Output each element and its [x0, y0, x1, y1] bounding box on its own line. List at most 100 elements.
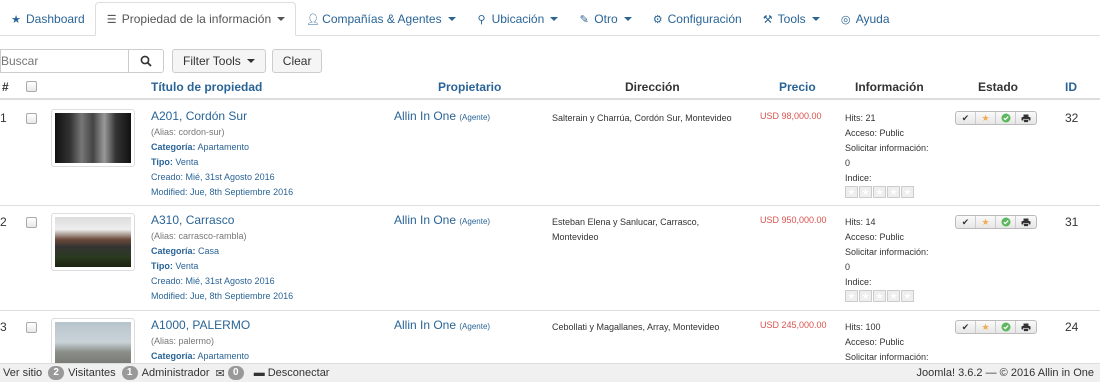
modified-date: Modified: Jue, 8th Septiembre 2016 — [151, 291, 294, 301]
featured-star-icon[interactable]: ★ — [976, 112, 996, 124]
approved-check-icon[interactable] — [996, 112, 1016, 124]
clear-button[interactable]: Clear — [271, 49, 323, 73]
tab-label: Ayuda — [855, 12, 890, 26]
star-icon: ★ — [873, 290, 886, 302]
owner-role: (Agente) — [459, 113, 491, 122]
select-all-checkbox[interactable] — [26, 81, 37, 92]
logout-label: Desconectar — [267, 367, 330, 379]
chevron-down-icon — [447, 17, 456, 21]
header-price[interactable]: Precio — [779, 80, 816, 94]
visitors-count: 2 — [48, 366, 65, 380]
owner-link[interactable]: Allin In One (Agente) — [394, 213, 490, 227]
star-icon: ★ — [845, 186, 858, 198]
gear-icon: ⚙ — [652, 13, 663, 26]
star-icon: ★ — [873, 186, 886, 198]
logout-link[interactable]: ▬ Desconectar — [254, 367, 330, 379]
print-icon[interactable] — [1016, 216, 1036, 228]
star-icon: ★ — [887, 186, 900, 198]
category-label: Categoría: — [151, 351, 196, 361]
filter-tools-label: Filter Tools — [183, 54, 241, 68]
admin-label: Administrador — [141, 367, 210, 379]
status-bar: Ver sitio 2 Visitantes 1 Administrador ✉… — [0, 363, 1100, 382]
header-title[interactable]: Título de propiedad — [151, 80, 262, 94]
chevron-down-icon — [623, 17, 632, 21]
table-row: 3 A1000, PALERMO (Alias: palermo) Catego… — [0, 311, 1100, 363]
property-thumbnail[interactable] — [51, 318, 135, 363]
status-button-group: ✔ ★ — [955, 320, 1037, 334]
tools-icon: ⚒ — [762, 13, 773, 26]
property-title-link[interactable]: A201, Cordón Sur — [151, 109, 247, 123]
filter-toolbar: Filter Tools Clear — [0, 49, 323, 73]
tab-label: Dashboard — [26, 12, 85, 26]
header-id[interactable]: ID — [1065, 80, 1077, 94]
tab-other[interactable]: ✎ Otro — [568, 3, 641, 35]
minus-icon: ▬ — [253, 367, 265, 379]
hits: Hits: 100 — [845, 322, 881, 332]
search-button[interactable] — [128, 49, 164, 73]
status-button-group: ✔ ★ — [955, 215, 1037, 229]
version-info: Joomla! 3.6.2 — © 2016 Allin in One — [916, 367, 1094, 379]
request-info-count: 0 — [845, 158, 851, 168]
row-number: 3 — [0, 320, 7, 334]
index-label: Indice: — [845, 277, 872, 287]
user-icon: 👤︎ — [306, 13, 321, 26]
tab-location[interactable]: ⚲ Ubicación — [466, 3, 569, 35]
wrench-icon: ✎ — [579, 13, 589, 26]
property-id: 32 — [1065, 111, 1079, 125]
owner-role: (Agente) — [459, 322, 491, 331]
print-icon[interactable] — [1016, 321, 1036, 333]
property-address: Salterain y Charrúa, Cordón Sur, Montevi… — [552, 113, 732, 123]
star-icon: ★ — [845, 290, 858, 302]
life-ring-icon: ◎ — [840, 13, 851, 26]
request-info-label: Solicitar información: — [845, 247, 929, 257]
tab-configuration[interactable]: ⚙ Configuración — [642, 3, 752, 35]
tab-tools[interactable]: ⚒ Tools — [752, 3, 830, 35]
messages-indicator[interactable]: ✉ 0 — [216, 366, 248, 380]
tab-help[interactable]: ◎ Ayuda — [830, 3, 900, 35]
map-marker-icon: ⚲ — [477, 13, 486, 26]
tab-property-info[interactable]: ☰ Propiedad de la información — [94, 2, 297, 36]
owner-link[interactable]: Allin In One (Agente) — [394, 318, 490, 332]
tab-label: Propiedad de la información — [121, 12, 272, 26]
row-checkbox[interactable] — [26, 113, 37, 124]
visitors-indicator[interactable]: 2 Visitantes — [48, 366, 116, 380]
approved-check-icon[interactable] — [996, 216, 1016, 228]
search-input[interactable] — [0, 49, 128, 73]
property-price: USD 245,000.00 — [760, 320, 827, 330]
featured-star-icon[interactable]: ★ — [976, 216, 996, 228]
tab-dashboard[interactable]: ★ Dashboard — [0, 3, 95, 35]
row-checkbox[interactable] — [26, 322, 37, 333]
created-date: Creado: Mié, 31st Agosto 2016 — [151, 172, 275, 182]
property-info: Hits: 14 Acceso: Public Solicitar inform… — [845, 215, 929, 290]
publish-check-icon[interactable]: ✔ — [956, 321, 976, 333]
owner-link[interactable]: Allin In One (Agente) — [394, 109, 490, 123]
approved-check-icon[interactable] — [996, 321, 1016, 333]
filter-tools-button[interactable]: Filter Tools — [172, 49, 266, 73]
property-thumbnail[interactable] — [51, 109, 135, 167]
publish-check-icon[interactable]: ✔ — [956, 112, 976, 124]
tab-label: Tools — [777, 12, 806, 26]
tab-companies-agents[interactable]: 👤︎ Compañías & Agentes — [296, 3, 465, 35]
category-value: Casa — [198, 246, 220, 256]
chevron-down-icon — [550, 17, 559, 21]
admin-indicator[interactable]: 1 Administrador — [121, 366, 210, 380]
print-icon[interactable] — [1016, 112, 1036, 124]
featured-star-icon[interactable]: ★ — [976, 321, 996, 333]
property-alias: (Alias: palermo) — [151, 336, 215, 346]
request-info-count: 0 — [845, 262, 851, 272]
property-thumbnail[interactable] — [51, 213, 135, 271]
property-title-link[interactable]: A1000, PALERMO — [151, 318, 250, 332]
access: Acceso: Public — [845, 128, 905, 138]
envelope-icon: ✉ — [215, 367, 225, 380]
view-site-link[interactable]: Ver sitio — [3, 367, 42, 379]
chevron-down-icon — [811, 17, 820, 21]
property-alias: (Alias: cordon-sur) — [151, 127, 225, 137]
row-checkbox[interactable] — [26, 217, 37, 228]
property-category: Categoría: Casa — [151, 246, 219, 256]
header-owner[interactable]: Propietario — [438, 80, 501, 94]
visitors-label: Visitantes — [68, 367, 116, 379]
property-title-link[interactable]: A310, Carrasco — [151, 213, 234, 227]
property-info: Hits: 100 Acceso: Public Solicitar infor… — [845, 320, 929, 363]
publish-check-icon[interactable]: ✔ — [956, 216, 976, 228]
index-label: Indice: — [845, 173, 872, 183]
